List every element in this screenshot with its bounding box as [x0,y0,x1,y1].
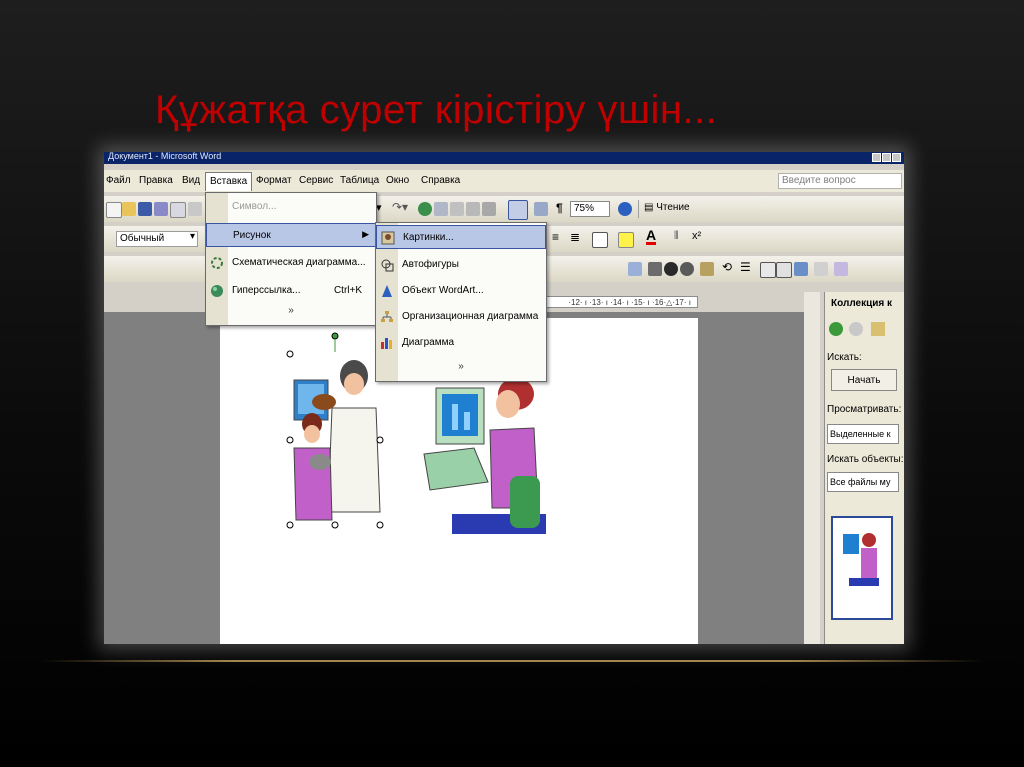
window-titlebar: Документ1 - Microsoft Word [104,152,904,164]
clipart-icon [381,231,395,245]
new-document-icon[interactable] [106,202,122,218]
insert-table-icon[interactable] [450,202,464,216]
reset-picture-icon[interactable] [834,262,848,276]
slide-title: Құжатқа сурет кірістіру үшін... [155,88,718,132]
reading-label: Чтение [656,202,690,213]
menu-expand-chevron[interactable]: » [206,305,376,316]
computer-user-clipart[interactable] [423,378,546,534]
insert-menu: Символ... Рисунок ▶ Схематическая диагра… [205,192,377,326]
collections-select[interactable]: Выделенные к [827,424,899,444]
line-style-icon[interactable]: ☰ [740,260,751,274]
menu-window[interactable]: Окно [386,175,409,186]
back-icon[interactable] [829,322,843,336]
hyperlink-icon[interactable] [418,202,432,216]
toolbar-separator [638,200,639,218]
clipart-task-pane: Коллекция к Искать: Начать Просматривать… [824,292,904,644]
transparent-color-icon[interactable] [814,262,828,276]
wordart-icon [382,285,392,297]
rotate-icon[interactable]: ⟲ [722,260,732,274]
submenu-arrow-icon: ▶ [362,229,369,239]
submenu-item-autoshapes[interactable]: Автофигуры [376,253,546,277]
columns-icon[interactable] [482,202,496,216]
drawing-icon[interactable] [508,200,528,220]
menu-file[interactable]: Файл [106,175,131,186]
minimize-button[interactable] [872,153,881,162]
ask-question-input[interactable]: Введите вопрос [778,173,902,189]
globe-link-icon [211,285,223,297]
submenu-expand-chevron[interactable]: » [376,361,546,372]
menu-bar: Файл Правка Вид Вставка Формат Сервис Та… [104,170,904,192]
submenu-item-chart[interactable]: Диаграмма [376,331,546,355]
search-label: Искать: [827,352,862,363]
window-title: Документ1 - Microsoft Word [108,152,222,161]
objects-label: Искать объекты: [827,454,904,465]
save-icon[interactable] [138,202,152,216]
brightness-icon[interactable] [680,262,694,276]
compress-icon[interactable] [760,262,776,278]
search-start-button[interactable]: Начать [831,369,897,391]
result-thumbnail-image [843,533,879,586]
menu-item-picture[interactable]: Рисунок ▶ [206,223,376,247]
menu-item-hyperlink[interactable]: Гиперссылка... Ctrl+K [206,279,376,303]
superscript-icon[interactable]: x² [692,230,701,242]
menu-edit[interactable]: Правка [139,175,173,186]
chart-icon [381,338,392,349]
autoshapes-icon [381,259,394,272]
redo-icon[interactable]: ↷▾ [392,200,408,214]
menu-tools[interactable]: Сервис [299,175,333,186]
menu-item-diagram[interactable]: Схематическая диаграмма... [206,251,376,275]
submenu-item-clipart[interactable]: Картинки... [376,225,546,249]
menu-view[interactable]: Вид [182,175,200,186]
help-icon[interactable] [618,202,632,216]
maximize-button[interactable] [882,153,891,162]
vertical-scrollbar[interactable] [804,292,820,644]
word-screenshot: Документ1 - Microsoft Word Файл Правка В… [104,152,904,644]
character-scale-icon[interactable]: ⫴ [674,230,679,243]
borders-icon[interactable] [592,232,608,248]
document-map-icon[interactable] [534,202,548,216]
text-wrap-icon[interactable] [776,262,792,278]
menu-insert[interactable]: Вставка [205,172,253,191]
menu-table[interactable]: Таблица [340,175,379,186]
zoom-select[interactable]: 75% [570,201,610,217]
print-icon[interactable] [170,202,186,218]
clipart-result-thumbnail[interactable] [831,516,893,620]
insert-excel-icon[interactable] [466,202,480,216]
hyperlink-shortcut: Ctrl+K [333,285,362,296]
tables-borders-icon[interactable] [434,202,448,216]
menu-format[interactable]: Формат [256,175,292,186]
taskpane-title: Коллекция к [831,298,893,309]
menu-help[interactable]: Справка [421,175,460,186]
submenu-item-wordart[interactable]: Объект WordArt... [376,279,546,303]
diagram-icon [211,257,223,269]
insert-picture-icon[interactable] [628,262,642,276]
line-spacing-icon[interactable]: ≡ [552,230,559,244]
browse-label: Просматривать: [827,404,902,415]
numbering-icon[interactable]: ≣ [570,230,580,244]
slide-divider [40,660,984,662]
style-select[interactable]: Обычный [116,231,198,247]
highlight-icon[interactable] [618,232,634,248]
format-picture-icon[interactable] [794,262,808,276]
preview-icon[interactable] [188,202,202,216]
home-icon[interactable] [871,322,885,336]
menu-item-symbol[interactable]: Символ... [206,195,376,219]
permission-icon[interactable] [154,202,168,216]
reading-layout-button[interactable]: ▤ Чтение [644,202,690,213]
open-folder-icon[interactable] [122,202,136,216]
media-types-select[interactable]: Все файлы му [827,472,899,492]
picture-submenu: Картинки... Автофигуры Объект WordArt...… [375,222,547,382]
contrast-icon[interactable] [664,262,678,276]
style-dropdown-icon[interactable]: ▾ [190,231,195,242]
close-button[interactable] [892,153,901,162]
vet-clipart[interactable] [286,332,384,529]
forward-icon[interactable] [849,322,863,336]
crop-icon[interactable] [700,262,714,276]
submenu-item-org-chart[interactable]: Организационная диаграмма [376,305,546,329]
org-chart-icon [381,311,393,322]
show-formatting-icon[interactable]: ¶ [556,201,563,215]
color-icon[interactable] [648,262,662,276]
font-color-icon[interactable]: A [646,228,657,245]
